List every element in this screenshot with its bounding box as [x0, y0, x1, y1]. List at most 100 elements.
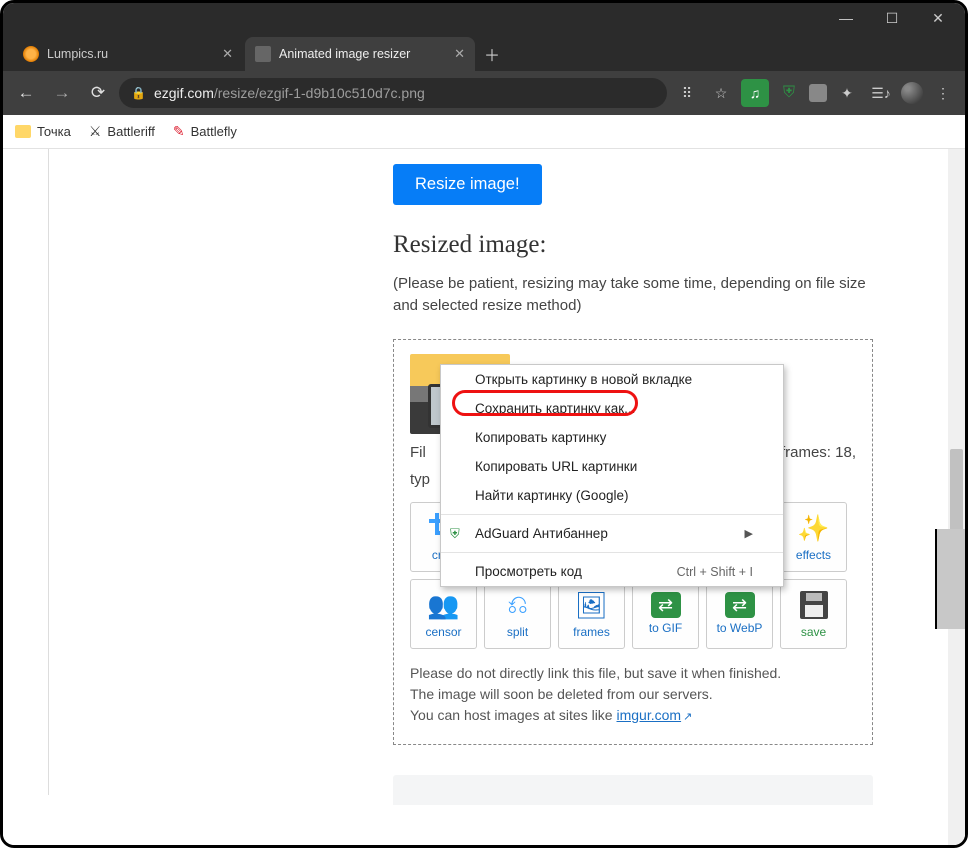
- bookmark-icon: ✎: [173, 123, 185, 140]
- bookmark-tochka[interactable]: Точка: [15, 124, 71, 139]
- bookmark-icon: ⚔: [89, 123, 102, 140]
- imgur-link[interactable]: imgur.com: [617, 707, 682, 723]
- tool-to-gif[interactable]: ⇄ to GIF: [632, 579, 699, 649]
- extension-music-icon[interactable]: ♫: [741, 79, 769, 107]
- browser-toolbar: ← → ⟳ 🔒 ezgif.com/resize/ezgif-1-d9b10c5…: [3, 71, 965, 115]
- reading-list-icon[interactable]: ☰♪: [867, 79, 895, 107]
- note-line: You can host images at sites like imgur.…: [410, 705, 856, 726]
- tool-label: effects: [796, 548, 831, 562]
- folder-icon: [15, 125, 31, 138]
- window-maximize-button[interactable]: ☐: [869, 3, 915, 33]
- ctx-copy-image[interactable]: Копировать картинку: [441, 423, 783, 452]
- close-tab-icon[interactable]: ✕: [454, 46, 465, 62]
- tool-label: censor: [425, 625, 461, 639]
- image-context-menu: Открыть картинку в новой вкладке Сохрани…: [440, 364, 784, 587]
- nav-reload-button[interactable]: ⟳: [83, 78, 113, 108]
- ctx-open-in-new-tab[interactable]: Открыть картинку в новой вкладке: [441, 365, 783, 394]
- window-minimize-button[interactable]: ―: [823, 3, 869, 33]
- tool-frames[interactable]: 🖼 frames: [558, 579, 625, 649]
- page-viewport: Resize image! Resized image: (Please be …: [3, 149, 965, 845]
- ctx-label: AdGuard Антибаннер: [475, 526, 608, 541]
- extension-adguard-icon[interactable]: ⛨: [775, 79, 803, 107]
- tab-title: Animated image resizer: [279, 47, 446, 61]
- ctx-label: Копировать картинку: [475, 430, 606, 445]
- favicon-lumpics: [23, 46, 39, 62]
- new-tab-button[interactable]: ＋: [477, 39, 507, 69]
- ctx-adguard-submenu[interactable]: ⛨ AdGuard Антибаннер ▶: [441, 519, 783, 548]
- bookmarks-bar: Точка ⚔ Battleriff ✎ Battlefly: [3, 115, 965, 149]
- close-tab-icon[interactable]: ✕: [222, 46, 233, 62]
- browser-tab-lumpics[interactable]: Lumpics.ru ✕: [13, 37, 243, 71]
- shield-icon: ⛨: [450, 526, 460, 542]
- kebab-menu-icon[interactable]: ⋮: [929, 79, 957, 107]
- tab-title: Lumpics.ru: [47, 47, 214, 61]
- address-bar[interactable]: 🔒 ezgif.com/resize/ezgif-1-d9b10c510d7c.…: [119, 78, 667, 108]
- ctx-inspect[interactable]: Просмотреть код Ctrl + Shift + I: [441, 557, 783, 586]
- ctx-search-google[interactable]: Найти картинку (Google): [441, 481, 783, 510]
- tool-effects[interactable]: ✨ effects: [780, 502, 847, 572]
- scrollbar-thumb[interactable]: [950, 449, 963, 539]
- split-icon: ⎌: [507, 588, 528, 622]
- ctx-label: Сохранить картинку как...: [475, 401, 635, 416]
- next-section-placeholder: [393, 775, 873, 805]
- extension-generic-icon[interactable]: [809, 84, 827, 102]
- ctx-label: Найти картинку (Google): [475, 488, 628, 503]
- bookmark-label: Battleriff: [107, 124, 154, 139]
- extensions-puzzle-icon[interactable]: ✦: [833, 79, 861, 107]
- vertical-scrollbar[interactable]: [948, 149, 965, 845]
- browser-tabstrip: Lumpics.ru ✕ Animated image resizer ✕ ＋: [3, 33, 965, 71]
- star-icon[interactable]: ☆: [707, 79, 735, 107]
- profile-avatar[interactable]: [901, 82, 923, 104]
- tool-label: frames: [573, 625, 610, 639]
- tool-split[interactable]: ⎌ split: [484, 579, 551, 649]
- note-line: The image will soon be deleted from our …: [410, 684, 856, 705]
- effects-icon: ✨: [797, 511, 829, 545]
- ctx-separator: [441, 514, 783, 515]
- lock-icon: 🔒: [131, 86, 146, 100]
- bookmark-label: Battlefly: [191, 124, 237, 139]
- tool-save[interactable]: save: [780, 579, 847, 649]
- window-titlebar: ― ☐ ✕: [3, 3, 965, 33]
- towebp-icon: ⇄: [725, 592, 755, 618]
- nav-back-button[interactable]: ←: [11, 78, 41, 108]
- chevron-right-icon: ▶: [745, 527, 753, 540]
- app-window: ― ☐ ✕ Lumpics.ru ✕ Animated image resize…: [0, 0, 968, 848]
- footer-notes: Please do not directly link this file, b…: [410, 663, 856, 726]
- patience-note: (Please be patient, resizing may take so…: [393, 273, 873, 317]
- tool-censor[interactable]: 👥 censor: [410, 579, 477, 649]
- translate-icon[interactable]: ⠿: [673, 79, 701, 107]
- favicon-ezgif: [255, 46, 271, 62]
- window-close-button[interactable]: ✕: [915, 3, 961, 33]
- page-content: Resize image! Resized image: (Please be …: [3, 149, 965, 845]
- resize-image-button[interactable]: Resize image!: [393, 164, 542, 205]
- nav-forward-button[interactable]: →: [47, 78, 77, 108]
- bookmark-battleriff[interactable]: ⚔ Battleriff: [89, 123, 155, 140]
- meta-fragment: Fil: [410, 444, 426, 461]
- bookmark-label: Точка: [37, 124, 71, 139]
- url-text: ezgif.com/resize/ezgif-1-d9b10c510d7c.pn…: [154, 85, 425, 101]
- tool-label: save: [801, 625, 826, 639]
- note-line: Please do not directly link this file, b…: [410, 663, 856, 684]
- save-icon: [800, 588, 828, 622]
- minimap-indicator[interactable]: [935, 529, 965, 629]
- tool-label: split: [507, 625, 528, 639]
- tool-to-webp[interactable]: ⇄ to WebP: [706, 579, 773, 649]
- ctx-copy-image-url[interactable]: Копировать URL картинки: [441, 452, 783, 481]
- external-link-icon: ↗: [683, 711, 692, 723]
- page-left-border: [48, 149, 49, 795]
- censor-icon: 👥: [427, 588, 459, 622]
- browser-tab-ezgif[interactable]: Animated image resizer ✕: [245, 37, 475, 71]
- ctx-separator: [441, 552, 783, 553]
- meta-frames: frames: 18,: [781, 444, 856, 461]
- frames-icon: 🖼: [575, 588, 608, 622]
- ctx-label: Просмотреть код: [475, 564, 582, 579]
- ctx-shortcut: Ctrl + Shift + I: [677, 565, 753, 579]
- tool-label: to WebP: [717, 621, 763, 635]
- ctx-save-image-as[interactable]: Сохранить картинку как...: [441, 394, 783, 423]
- togif-icon: ⇄: [651, 592, 681, 618]
- ctx-label: Копировать URL картинки: [475, 459, 637, 474]
- resized-heading: Resized image:: [393, 231, 913, 259]
- tool-label: to GIF: [649, 621, 682, 635]
- ctx-label: Открыть картинку в новой вкладке: [475, 372, 692, 387]
- bookmark-battlefly[interactable]: ✎ Battlefly: [173, 123, 237, 140]
